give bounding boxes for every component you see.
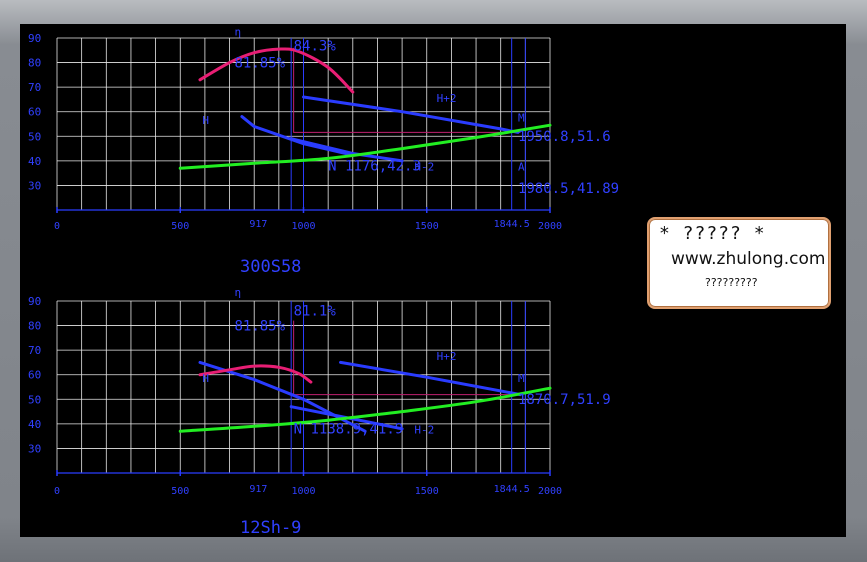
chart1-chart-title: 300S58 bbox=[240, 257, 301, 277]
chart1-annotation: A bbox=[518, 161, 525, 174]
chart2-annotation: N 1138.9,41.9 bbox=[294, 422, 404, 438]
chart2-operating-box bbox=[293, 320, 521, 396]
chart2-annotation: H-2 bbox=[414, 424, 434, 437]
chart2-y-tick-label: 40 bbox=[28, 418, 41, 431]
chart1-y-tick-label: 30 bbox=[28, 179, 41, 192]
chart2-series-2 bbox=[339, 360, 522, 397]
chart2-chart-title: 12Sh-9 bbox=[240, 518, 301, 537]
chart1-x-extra-label: 917 bbox=[249, 219, 267, 230]
chart2-annotation: η bbox=[234, 286, 241, 299]
chart1-annotation: N 1176,42.3 bbox=[328, 159, 421, 175]
chart1-y-tick-label: 90 bbox=[28, 32, 41, 45]
chart1-x-tick-label: 500 bbox=[171, 221, 189, 232]
chart1-annotation: H+2 bbox=[437, 92, 457, 105]
chart2-y-tick-label: 70 bbox=[28, 344, 41, 357]
chart2-annotation: 1870.7,51.9 bbox=[518, 392, 611, 408]
chart2-annotation: M bbox=[518, 372, 525, 385]
chart1-x-tick-label: 1000 bbox=[291, 221, 315, 232]
chart2-annotation: H bbox=[202, 372, 209, 385]
chart2-annotation: H+2 bbox=[437, 350, 457, 363]
chart1-annotation: 1950.8,51.6 bbox=[518, 129, 611, 145]
chart2-x-tick-label: 1500 bbox=[415, 486, 439, 497]
watermark-title: * ????? * bbox=[659, 223, 766, 244]
chart1-operating-box bbox=[293, 47, 521, 133]
chart2-annotation: 81.1% bbox=[294, 304, 337, 320]
chart2-x-tick-label: 500 bbox=[171, 486, 189, 497]
chart1-y-tick-label: 60 bbox=[28, 106, 41, 119]
chart1-y-tick-label: 50 bbox=[28, 130, 41, 143]
chart1-annotation: 84.3% bbox=[294, 38, 337, 54]
chart1-annotation: H bbox=[202, 114, 209, 127]
watermark-url: www.zhulong.com bbox=[671, 249, 826, 269]
chart2-y-tick-label: 80 bbox=[28, 320, 41, 333]
chart1-x-tick-label: 0 bbox=[54, 221, 60, 232]
chart1-y-tick-label: 70 bbox=[28, 81, 41, 94]
chart1-y-tick-label: 40 bbox=[28, 155, 41, 168]
chart1-x-tick-label: 2000 bbox=[538, 221, 562, 232]
chart2-x-tick-label: 1000 bbox=[291, 486, 315, 497]
chart1-annotation: M bbox=[518, 112, 525, 125]
chart2-y-tick-label: 90 bbox=[28, 295, 41, 308]
chart2-x-extra-label: 1844.5 bbox=[494, 484, 530, 495]
chart1-series-2 bbox=[302, 95, 520, 134]
chart1-y-tick-label: 80 bbox=[28, 57, 41, 70]
chart2-x-tick-label: 2000 bbox=[538, 486, 562, 497]
chart1-x-tick-label: 1500 bbox=[415, 221, 439, 232]
chart1-annotation: 81.85% bbox=[234, 55, 285, 71]
chart1-x-extra-label: 1844.5 bbox=[494, 219, 530, 230]
chart1-annotation: η bbox=[234, 26, 241, 39]
chart1-annotation: 1980.5,41.89 bbox=[518, 181, 619, 197]
chart2-x-extra-label: 917 bbox=[249, 484, 267, 495]
watermark-box: * ????? * www.zhulong.com ????????? bbox=[647, 217, 831, 309]
chart2-annotation: 81.85% bbox=[234, 318, 285, 334]
watermark-caption: ????????? bbox=[705, 276, 758, 289]
chart2-y-tick-label: 50 bbox=[28, 393, 41, 406]
chart2-y-tick-label: 30 bbox=[28, 442, 41, 455]
chart2-y-tick-label: 60 bbox=[28, 369, 41, 382]
chart2-x-tick-label: 0 bbox=[54, 486, 60, 497]
chart1-annotation: H-2 bbox=[414, 161, 434, 174]
